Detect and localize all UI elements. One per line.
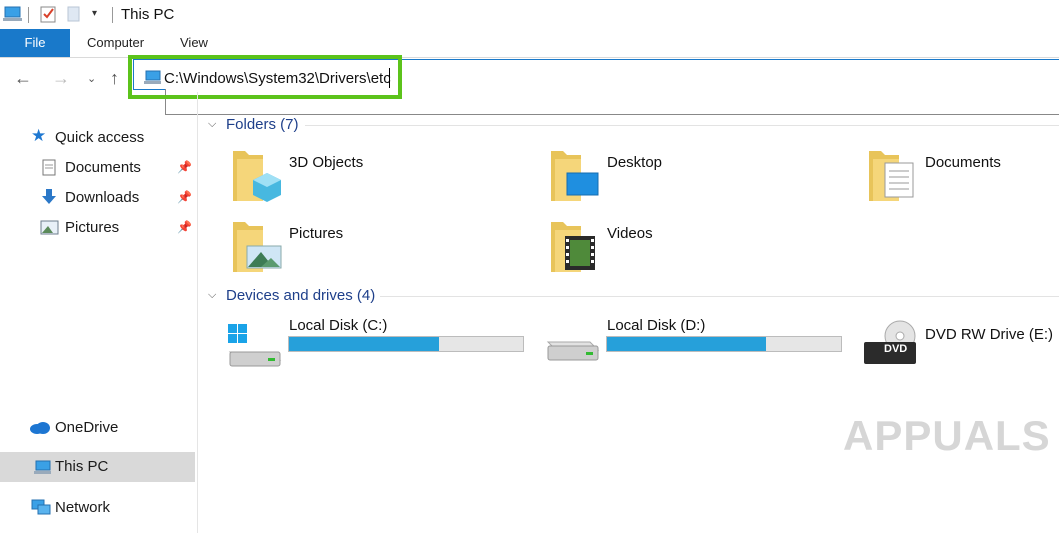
folder-item-documents[interactable]: Documents <box>864 145 1054 207</box>
cloud-icon <box>30 422 50 434</box>
drive-usage-fill <box>289 337 439 351</box>
group-header-devices-and-drives[interactable]: Devices and drives (4) <box>226 287 375 304</box>
star-icon: ★ <box>31 126 47 145</box>
hard-drive-icon <box>546 341 600 361</box>
sidebar-item-label: Network <box>55 499 111 516</box>
pin-icon[interactable]: 📌 <box>177 220 192 234</box>
sidebar-item-this-pc[interactable]: This PC <box>0 452 195 482</box>
sidebar-item-label: Downloads <box>65 189 140 206</box>
folder-item-videos[interactable]: Videos <box>546 216 846 278</box>
sidebar-item-downloads[interactable]: Downloads 📌 <box>0 183 195 213</box>
drive-label: Local Disk (C:) <box>289 317 388 334</box>
videos-icon <box>551 222 595 272</box>
pictures-icon <box>40 220 59 235</box>
folder-label: 3D Objects <box>289 154 364 171</box>
sidebar-item-label: Documents <box>65 159 141 176</box>
sidebar-item-network[interactable]: Network <box>0 493 195 523</box>
drive-usage-bar <box>288 336 524 352</box>
separator <box>28 7 29 23</box>
tab-file[interactable]: File <box>0 29 70 57</box>
title-bar: ▾ This PC <box>0 0 1059 29</box>
folder-item-pictures[interactable]: Pictures <box>228 216 528 278</box>
tab-view[interactable]: View <box>180 29 208 57</box>
documents-icon <box>42 159 56 176</box>
sidebar-item-documents[interactable]: Documents 📌 <box>0 153 195 183</box>
group-divider <box>305 125 1059 126</box>
sidebar-item-label: This PC <box>55 458 109 475</box>
folder-label: Pictures <box>289 225 344 242</box>
sidebar-divider <box>197 92 198 533</box>
drive-item-local-disk-d[interactable]: Local Disk (D:) <box>540 312 850 372</box>
drive-usage-fill <box>607 337 767 351</box>
recent-locations-chevron-icon[interactable]: ⌄ <box>87 72 96 85</box>
folder-item-3d-objects[interactable]: 3D Objects <box>228 145 528 207</box>
drive-label: DVD RW Drive (E:) <box>925 326 1054 343</box>
up-arrow-icon[interactable]: ↑ <box>110 68 119 89</box>
sidebar-item-label: Quick access <box>55 129 145 146</box>
pictures-icon <box>233 222 282 272</box>
drive-item-dvd-rw[interactable]: DVD DVD RW Drive (E:) <box>858 312 1058 372</box>
download-arrow-icon <box>42 189 56 204</box>
pin-icon[interactable]: 📌 <box>177 190 192 204</box>
ribbon <box>0 29 1059 57</box>
sidebar-item-onedrive[interactable]: OneDrive <box>0 413 195 443</box>
customize-quick-access-icon[interactable]: ▾ <box>92 8 97 19</box>
back-arrow-icon[interactable]: ← <box>14 68 32 89</box>
address-highlight-box <box>128 55 402 99</box>
separator <box>112 7 113 23</box>
tab-computer[interactable]: Computer <box>87 29 144 57</box>
sidebar-item-quick-access[interactable]: ★ Quick access <box>0 123 195 153</box>
folder-item-desktop[interactable]: Desktop <box>546 145 846 207</box>
drive-usage-bar <box>606 336 842 352</box>
collapse-chevron-icon[interactable]: ⌵ <box>208 289 216 302</box>
collapse-chevron-icon[interactable]: ⌵ <box>208 118 216 131</box>
network-icon <box>31 499 51 515</box>
folder-label: Videos <box>607 225 653 242</box>
dvd-badge: DVD <box>884 343 908 355</box>
drive-item-local-disk-c[interactable]: Local Disk (C:) <box>222 312 532 372</box>
windows-drive-icon <box>228 324 282 367</box>
window-title: This PC <box>121 6 175 23</box>
documents-icon <box>869 151 914 201</box>
drive-label: Local Disk (D:) <box>607 317 706 334</box>
sidebar-item-label: OneDrive <box>55 419 119 436</box>
forward-arrow-icon[interactable]: → <box>52 68 70 89</box>
this-pc-icon <box>34 460 51 474</box>
this-pc-icon <box>3 6 22 21</box>
3d-objects-icon <box>233 151 281 202</box>
watermark-logo: APPUALS <box>843 412 1051 459</box>
folder-label: Documents <box>925 154 1001 171</box>
pin-icon[interactable]: 📌 <box>177 160 192 174</box>
sidebar-item-label: Pictures <box>65 219 120 236</box>
sidebar-item-pictures[interactable]: Pictures 📌 <box>0 213 195 243</box>
group-header-folders[interactable]: Folders (7) <box>226 116 299 133</box>
group-divider <box>380 296 1059 297</box>
folder-label: Desktop <box>607 154 663 171</box>
desktop-icon <box>551 151 599 201</box>
new-folder-icon[interactable] <box>67 6 81 23</box>
properties-icon[interactable] <box>40 5 57 23</box>
